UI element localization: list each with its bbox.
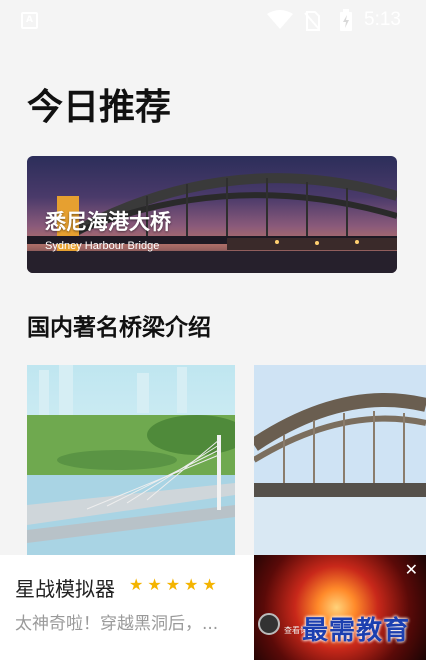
ad-avatar: [258, 613, 280, 635]
close-icon[interactable]: ✕: [405, 560, 418, 579]
arch-bridge-image: [254, 365, 426, 555]
ad-title: 星战模拟器: [15, 577, 115, 601]
status-bar: A 5:13: [0, 0, 426, 42]
section-title: 国内著名桥梁介绍: [27, 315, 211, 341]
ad-rating-stars: ★★★★★: [129, 575, 221, 594]
page-title: 今日推荐: [27, 87, 172, 128]
ad-description: 太神奇啦！穿越黑洞后，...: [15, 614, 219, 634]
bridge-card[interactable]: [27, 365, 235, 555]
hero-card-sydney-harbour-bridge[interactable]: 悉尼海港大桥 Sydney Harbour Bridge: [27, 156, 397, 273]
hero-title: 悉尼海港大桥: [45, 210, 171, 234]
battery-charging-icon: [340, 9, 352, 31]
watermark: 最需教育: [302, 616, 411, 646]
hero-subtitle: Sydney Harbour Bridge: [45, 240, 160, 252]
status-time: 5:13: [364, 9, 401, 30]
cable-stayed-bridge-image: [27, 365, 235, 555]
app-notification-icon: A: [21, 12, 38, 29]
wifi-icon: [267, 10, 293, 29]
bridge-card[interactable]: [254, 365, 426, 555]
no-sim-icon: [304, 11, 320, 31]
